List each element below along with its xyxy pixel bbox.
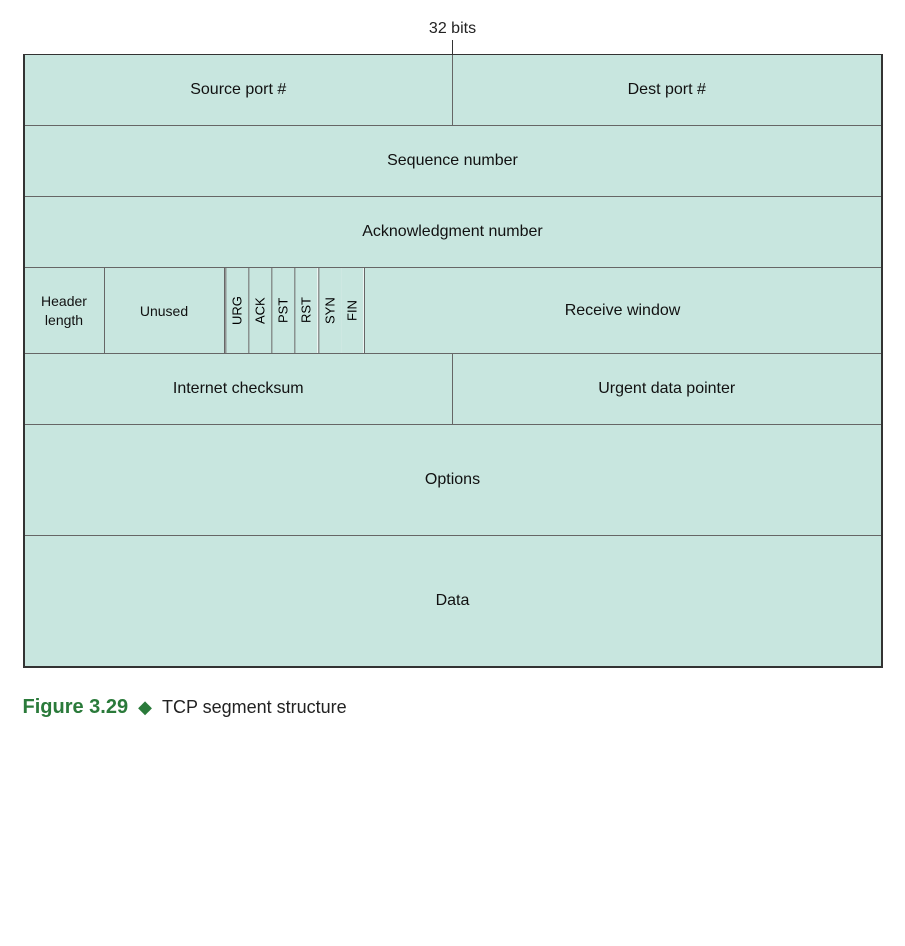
- tcp-diagram: Source port # Dest port # Sequence numbe…: [23, 55, 883, 668]
- figure-text: TCP segment structure: [162, 697, 347, 718]
- flag-fin: FIN: [341, 268, 363, 353]
- sequence-cell: Sequence number: [25, 126, 881, 196]
- receive-window-cell: Receive window: [365, 268, 881, 353]
- bits-line: [23, 40, 883, 55]
- header-length-cell: Header length: [25, 268, 105, 353]
- checksum-cell: Internet checksum: [25, 354, 454, 424]
- row-flags: Header length Unused URG ACK PST RST SYN…: [25, 268, 881, 354]
- main-container: 32 bits Source port # Dest port # Sequen…: [23, 20, 883, 719]
- flags-group: URG ACK PST RST SYN FIN: [225, 268, 365, 353]
- figure-label: Figure 3.29: [23, 696, 129, 719]
- flag-pst: PST: [271, 268, 294, 353]
- bits-label: 32 bits: [429, 20, 476, 38]
- bits-tick: [452, 40, 453, 54]
- source-port-cell: Source port #: [25, 55, 454, 125]
- row-acknowledgment: Acknowledgment number: [25, 197, 881, 268]
- unused-cell: Unused: [105, 268, 225, 353]
- urgent-cell: Urgent data pointer: [453, 354, 881, 424]
- flag-syn: SYN: [318, 268, 341, 353]
- row-sequence: Sequence number: [25, 126, 881, 197]
- flag-rst: RST: [294, 268, 317, 353]
- flag-ack: ACK: [248, 268, 271, 353]
- row-data: Data: [25, 536, 881, 666]
- figure-caption: Figure 3.29 ◆ TCP segment structure: [23, 696, 347, 719]
- row-ports: Source port # Dest port #: [25, 55, 881, 126]
- flag-urg: URG: [225, 268, 248, 353]
- dest-port-cell: Dest port #: [453, 55, 881, 125]
- options-cell: Options: [25, 425, 881, 535]
- figure-diamond: ◆: [138, 697, 152, 718]
- row-checksum: Internet checksum Urgent data pointer: [25, 354, 881, 425]
- acknowledgment-cell: Acknowledgment number: [25, 197, 881, 267]
- data-cell: Data: [25, 536, 881, 666]
- row-options: Options: [25, 425, 881, 536]
